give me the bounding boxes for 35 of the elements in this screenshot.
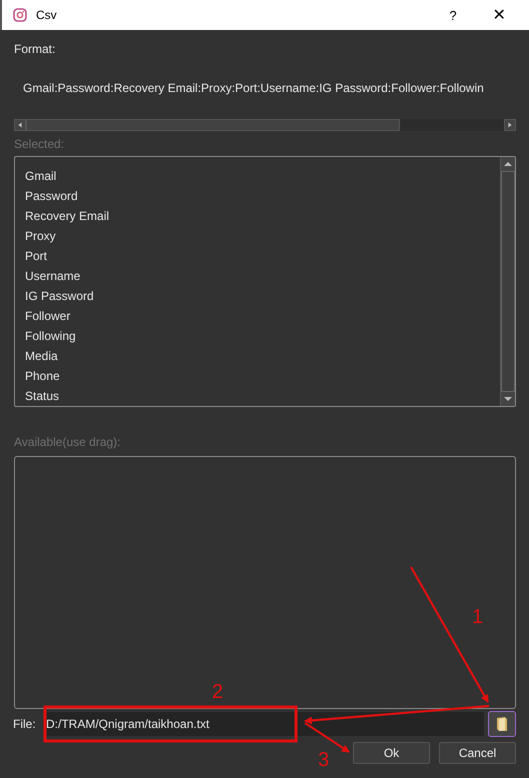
list-item[interactable]: Status (25, 386, 500, 406)
annotation-number: 2 (212, 682, 224, 702)
browse-button[interactable] (488, 711, 516, 737)
list-item[interactable]: Following (25, 326, 500, 346)
folder-icon (496, 716, 508, 732)
format-label: Format: (14, 41, 56, 57)
scroll-up-icon[interactable] (501, 157, 515, 171)
list-item[interactable]: Port (25, 246, 500, 266)
scroll-left-icon[interactable] (14, 119, 26, 131)
list-item[interactable]: Follower (25, 306, 500, 326)
list-item[interactable]: Phone (25, 366, 500, 386)
format-text: Gmail:Password:Recovery Email:Proxy:Port:Username:IG Password:Follower:Followin (23, 81, 484, 95)
cancel-button[interactable]: Cancel (439, 742, 516, 764)
ok-button[interactable]: Ok (353, 742, 430, 764)
annotation-number: 3 (318, 750, 330, 770)
help-button[interactable]: ? (443, 8, 463, 22)
window-title: Csv (36, 8, 58, 22)
selected-label: Selected: (14, 136, 66, 152)
list-item[interactable]: Username (25, 266, 500, 286)
available-label: Available(use drag): (14, 434, 122, 450)
list-item[interactable]: Media (25, 346, 500, 366)
vertical-scrollbar[interactable] (500, 157, 515, 406)
list-item[interactable]: Gmail (25, 166, 500, 186)
list-item[interactable]: Proxy (25, 226, 500, 246)
close-button[interactable]: ✕ (489, 5, 509, 25)
file-label: File: (13, 717, 37, 731)
list-item[interactable]: IG Password (25, 286, 500, 306)
scroll-down-icon[interactable] (501, 392, 515, 406)
annotation-number: 1 (472, 607, 484, 627)
file-path-field[interactable]: D:/TRAM/Qnigram/taikhoan.txt (44, 712, 484, 736)
camera-app-icon (13, 8, 27, 22)
list-item[interactable]: Recovery Email (25, 206, 500, 226)
scroll-right-icon[interactable] (504, 119, 516, 131)
horizontal-scrollbar[interactable] (14, 119, 516, 131)
list-item[interactable]: Password (25, 186, 500, 206)
